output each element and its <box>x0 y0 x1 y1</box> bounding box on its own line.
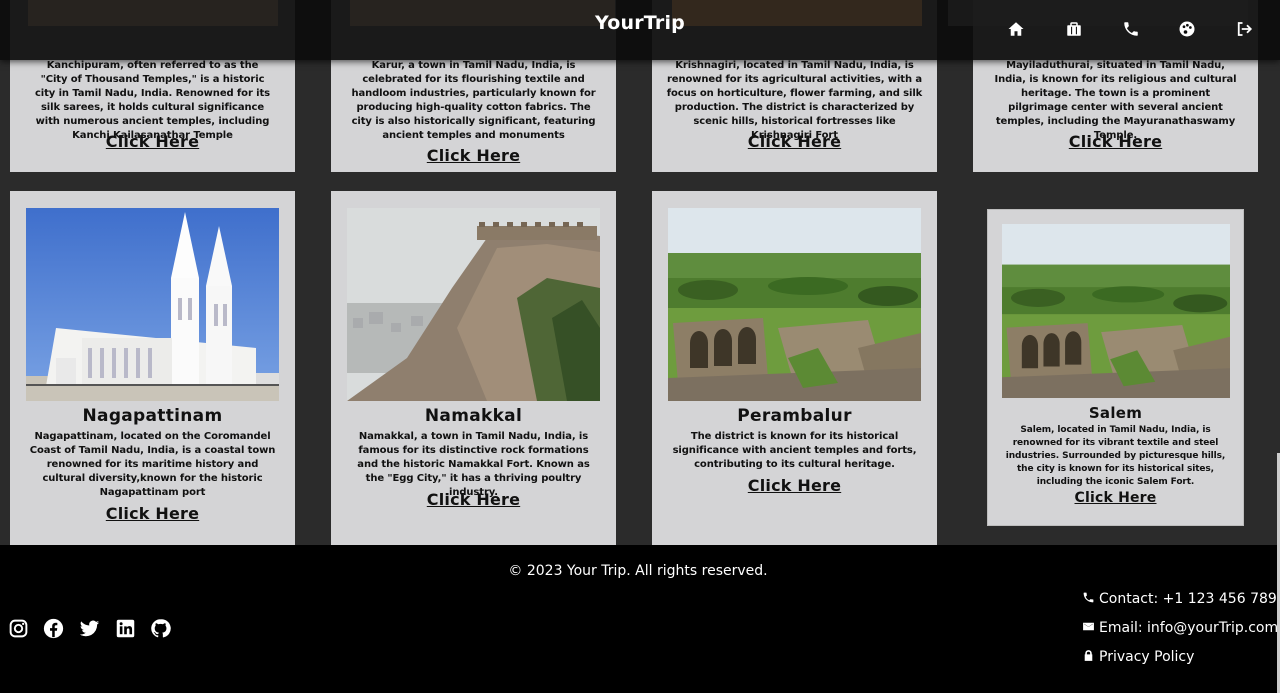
card-title: Salem <box>1088 404 1143 422</box>
destination-grid: Kanchipuram, often referred to as the "C… <box>0 0 1280 545</box>
lock-icon <box>1084 650 1093 661</box>
phone-icon[interactable] <box>1122 20 1140 38</box>
card-description: Mayiladuthurai, situated in Tamil Nadu, … <box>994 60 1237 141</box>
card-title: Perambalur <box>737 406 852 426</box>
rock-fort-photo <box>347 208 600 401</box>
card-description: Kanchipuram, often referred to as the "C… <box>34 60 271 141</box>
twitter-icon[interactable] <box>79 618 100 639</box>
contact-email[interactable]: Email: info@yourTrip.com <box>1082 620 1278 636</box>
card-description: Karur, a town in Tamil Nadu, India, is c… <box>351 60 596 141</box>
destination-card-salem: Salem Salem, located in Tamil Nadu, Indi… <box>987 209 1244 526</box>
click-here-link[interactable]: Click Here <box>331 146 616 165</box>
destination-card-perambalur: Perambalur The district is known for its… <box>652 191 937 545</box>
copyright-text: © 2023 Your Trip. All rights reserved. <box>508 563 768 579</box>
click-here-link[interactable]: Click Here <box>10 504 295 523</box>
privacy-policy-text: Privacy Policy <box>1099 649 1195 665</box>
home-icon[interactable] <box>1007 20 1025 38</box>
briefcase-icon[interactable] <box>1065 20 1083 38</box>
palette-icon[interactable] <box>1178 20 1196 38</box>
fort-ruins-photo <box>668 208 921 401</box>
click-here-link[interactable]: Click Here <box>973 132 1258 151</box>
card-description: Krishnagiri, located in Tamil Nadu, Indi… <box>666 60 923 141</box>
destination-card-nagapattinam: Nagapattinam Nagapattinam, located on th… <box>10 191 295 545</box>
contact-phone-text: Contact: +1 123 456 7890 <box>1099 591 1280 607</box>
card-description: Salem, located in Tamil Nadu, India, is … <box>1005 425 1226 487</box>
card-description: Nagapattinam, located on the Coromandel … <box>29 431 276 498</box>
destination-card-namakkal: Namakkal Namakkal, a town in Tamil Nadu,… <box>331 191 616 545</box>
navbar: YourTrip <box>0 0 1280 60</box>
click-here-link[interactable]: Click Here <box>331 490 616 509</box>
github-icon[interactable] <box>150 618 171 639</box>
phone-icon <box>1083 592 1094 603</box>
linkedin-icon[interactable] <box>115 618 136 639</box>
click-here-link[interactable]: Click Here <box>10 132 295 151</box>
card-description: The district is known for its historical… <box>672 431 917 470</box>
card-title: Namakkal <box>424 406 523 426</box>
envelope-icon <box>1083 622 1094 631</box>
church-photo <box>26 208 279 401</box>
fort-ruins-photo <box>1002 224 1230 398</box>
click-here-link[interactable]: Click Here <box>988 490 1243 506</box>
brand-logo[interactable]: YourTrip <box>0 12 1280 34</box>
footer: © 2023 Your Trip. All rights reserved. C… <box>0 545 1280 693</box>
click-here-link[interactable]: Click Here <box>652 476 937 495</box>
privacy-policy-link[interactable]: Privacy Policy <box>1082 649 1194 665</box>
contact-phone[interactable]: Contact: +1 123 456 7890 <box>1082 591 1280 607</box>
card-title: Nagapattinam <box>82 406 223 426</box>
click-here-link[interactable]: Click Here <box>652 132 937 151</box>
instagram-icon[interactable] <box>8 618 29 639</box>
contact-email-text: Email: info@yourTrip.com <box>1099 620 1279 636</box>
facebook-icon[interactable] <box>43 618 64 639</box>
logout-icon[interactable] <box>1235 20 1253 38</box>
